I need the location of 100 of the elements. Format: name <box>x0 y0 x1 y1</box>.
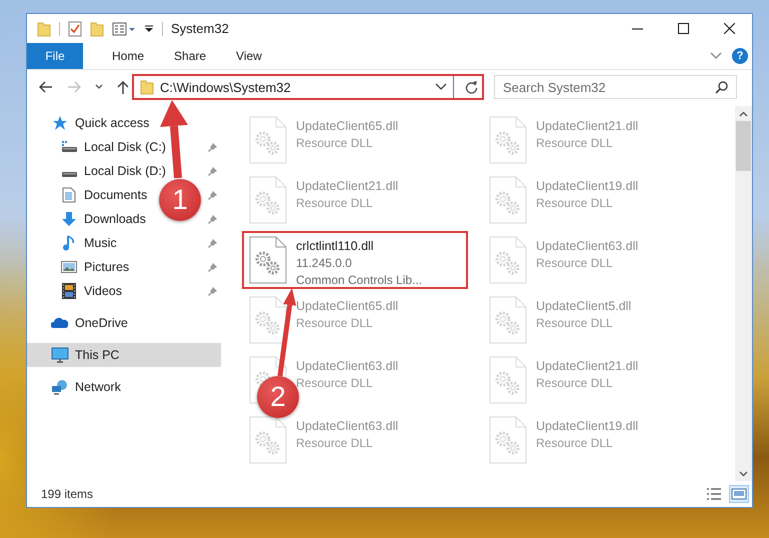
close-icon <box>724 23 734 34</box>
gear-file-icon <box>248 116 288 164</box>
pin-icon[interactable] <box>207 238 218 249</box>
download-arrow-icon <box>61 211 77 227</box>
sidebar-label: This PC <box>75 348 120 362</box>
item-count: 199 items <box>41 487 94 501</box>
up-arrow-icon[interactable] <box>117 80 129 94</box>
sidebar-label: Documents <box>84 188 148 202</box>
sidebar-item[interactable]: Videos <box>27 279 122 303</box>
pin-icon[interactable] <box>207 286 218 297</box>
file-detail: Resource DLL <box>536 195 614 212</box>
address-bar[interactable]: C:\Windows\System32 <box>132 74 484 100</box>
sidebar-item[interactable]: Quick access <box>27 111 221 135</box>
dropdown-caret-icon[interactable] <box>435 83 447 91</box>
sidebar-item[interactable]: Music <box>27 231 117 255</box>
gear-file-icon <box>488 296 528 344</box>
search-icon[interactable] <box>715 81 728 94</box>
file-name: UpdateClient63.dll <box>536 238 638 255</box>
gear-file-icon <box>488 236 528 284</box>
file-name: UpdateClient19.dll <box>536 178 638 195</box>
drive-icon <box>61 171 77 177</box>
gear-file-icon <box>248 416 288 464</box>
file-detail: Resource DLL <box>536 435 614 452</box>
sidebar-item[interactable]: OneDrive <box>27 311 221 335</box>
file-name: UpdateClient63.dll <box>296 418 398 435</box>
sidebar-label: Network <box>75 380 121 394</box>
gear-file-icon <box>488 416 528 464</box>
scroll-down-icon[interactable] <box>739 470 748 476</box>
gear-file-icon <box>488 176 528 224</box>
properties-icon[interactable] <box>112 22 136 36</box>
sidebar-label: Quick access <box>75 116 150 130</box>
file-detail: Resource DLL <box>536 315 614 332</box>
maximize-icon <box>678 23 688 34</box>
drive-icon <box>61 140 77 154</box>
file-name: UpdateClient19.dll <box>536 418 638 435</box>
file-detail: Resource DLL <box>296 135 374 152</box>
music-note-icon <box>62 235 76 251</box>
file-detail: Resource DLL <box>296 195 374 212</box>
file-detail: 11.245.0.0 <box>296 255 353 272</box>
sidebar-label: Local Disk (C:) <box>84 140 166 154</box>
folder-icon <box>140 79 154 95</box>
sidebar-label: Local Disk (D:) <box>84 164 166 178</box>
pin-icon[interactable] <box>207 166 218 177</box>
checklist-icon[interactable] <box>68 20 82 36</box>
film-strip-icon <box>62 283 76 299</box>
gear-file-icon <box>248 176 288 224</box>
sidebar-item[interactable]: Local Disk (C:) <box>27 135 166 159</box>
search-field[interactable]: Search System32 <box>494 75 737 99</box>
sidebar-item[interactable]: Documents <box>27 183 148 207</box>
pin-icon[interactable] <box>207 262 218 273</box>
sidebar-label: OneDrive <box>75 316 128 330</box>
file-detail: Resource DLL <box>296 315 374 332</box>
network-icon <box>51 379 69 395</box>
scrollbar-thumb[interactable] <box>736 121 751 171</box>
caret-down-icon[interactable] <box>144 24 154 34</box>
file-detail: Resource DLL <box>536 255 614 272</box>
gear-file-icon <box>248 296 288 344</box>
document-icon <box>62 187 76 203</box>
sidebar-item[interactable]: Network <box>27 375 221 399</box>
monitor-icon <box>51 347 69 363</box>
sidebar-label: Downloads <box>84 212 146 226</box>
file-name: UpdateClient65.dll <box>296 298 398 315</box>
file-menu-button[interactable]: File <box>27 43 83 69</box>
highlighted-file-tile[interactable]: crlctlintl110.dll 11.245.0.0 Common Controls Lib... <box>242 231 468 289</box>
file-name: UpdateClient63.dll <box>296 358 398 375</box>
caret-down-icon[interactable] <box>95 84 103 90</box>
ribbon-tab[interactable]: View <box>221 43 277 69</box>
ribbon-tab[interactable]: Home <box>97 43 160 69</box>
gear-file-icon <box>488 356 528 404</box>
scroll-up-icon[interactable] <box>739 110 748 116</box>
folder-icon <box>90 20 104 36</box>
file-detail: Resource DLL <box>296 435 374 452</box>
file-name: crlctlintl110.dll <box>296 238 375 255</box>
pin-icon[interactable] <box>207 142 218 153</box>
file-name: UpdateClient5.dll <box>536 298 632 315</box>
folder-icon <box>37 20 51 36</box>
help-button[interactable]: ? <box>732 48 748 64</box>
refresh-icon[interactable] <box>464 80 478 94</box>
ribbon-tab[interactable]: Share <box>159 43 222 69</box>
sidebar-label: Music <box>84 236 117 250</box>
back-arrow-icon[interactable] <box>39 81 53 93</box>
picture-icon <box>61 260 77 274</box>
file-name: UpdateClient21.dll <box>536 358 638 375</box>
file-detail: Resource DLL <box>536 135 614 152</box>
gear-file-icon <box>488 116 528 164</box>
file-detail: Resource DLL <box>296 375 374 392</box>
sidebar-item[interactable]: Pictures <box>27 255 130 279</box>
file-name: UpdateClient65.dll <box>296 118 398 135</box>
file-name: UpdateClient21.dll <box>536 118 638 135</box>
pin-icon[interactable] <box>207 190 218 201</box>
large-icons-view-icon[interactable] <box>731 487 747 501</box>
sidebar-item[interactable]: Downloads <box>27 207 146 231</box>
sidebar-label: Videos <box>84 284 122 298</box>
chevron-down-icon[interactable] <box>710 52 722 60</box>
sidebar-label: Pictures <box>84 260 130 274</box>
sidebar-item[interactable]: This PC <box>27 343 221 367</box>
pin-icon[interactable] <box>207 214 218 225</box>
cloud-icon <box>51 317 69 329</box>
file-detail: Common Controls Lib... <box>296 272 422 289</box>
details-view-icon[interactable] <box>706 487 722 501</box>
